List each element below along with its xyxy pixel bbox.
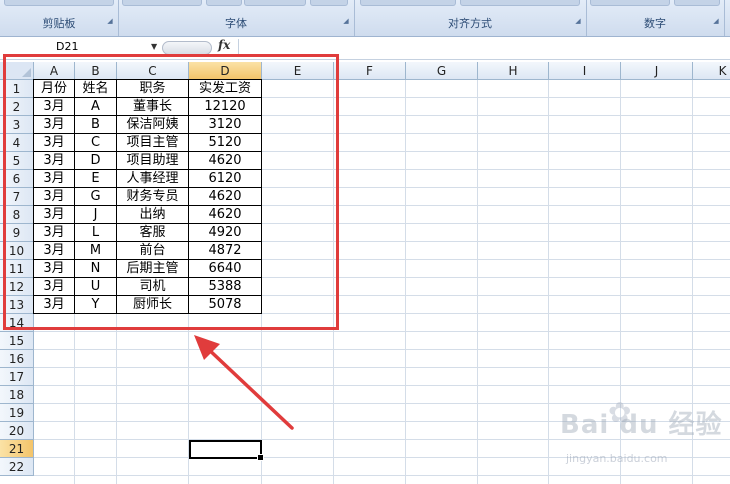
- ribbon-group-alignment: 对齐方式 ◢: [354, 0, 587, 36]
- row-header-17[interactable]: 17: [0, 368, 34, 386]
- ribbon-button-stub[interactable]: [4, 0, 114, 6]
- ribbon-group-clipboard: 剪贴板 ◢: [0, 0, 119, 36]
- insert-function-icon[interactable]: fx: [218, 38, 230, 52]
- chevron-down-icon[interactable]: ▼: [151, 39, 157, 55]
- ribbon-group-label: 对齐方式: [448, 17, 492, 30]
- dialog-launcher-icon[interactable]: ◢: [712, 17, 720, 25]
- name-box[interactable]: D21 ▼: [8, 39, 158, 55]
- name-box-value: D21: [56, 40, 79, 53]
- column-header-f[interactable]: F: [334, 62, 406, 80]
- row-header-16[interactable]: 16: [0, 350, 34, 368]
- watermark-logo: Bai du 经验: [560, 410, 723, 440]
- fill-handle[interactable]: [257, 454, 264, 461]
- row-header-22[interactable]: 22: [0, 458, 34, 476]
- row-header-20[interactable]: 20: [0, 422, 34, 440]
- column-header-i[interactable]: I: [549, 62, 621, 80]
- ribbon-group-font: 字体 ◢: [118, 0, 355, 36]
- gridline: [34, 331, 730, 332]
- column-header-h[interactable]: H: [478, 62, 549, 80]
- ribbon-button-stub[interactable]: [674, 0, 720, 6]
- dialog-launcher-icon[interactable]: ◢: [106, 17, 114, 25]
- ribbon-button-stub[interactable]: [206, 0, 242, 6]
- ribbon-group-label: 剪贴板: [42, 17, 76, 30]
- formula-resize-handle[interactable]: [162, 41, 212, 55]
- ribbon-button-stub[interactable]: [122, 0, 202, 6]
- ribbon-button-stub[interactable]: [460, 0, 580, 6]
- active-cell-cursor[interactable]: [189, 440, 264, 461]
- ribbon-button-stub[interactable]: [310, 0, 348, 6]
- ribbon-group-number: 数字 ◢: [586, 0, 725, 36]
- column-header-j[interactable]: J: [621, 62, 693, 80]
- gridline: [405, 80, 406, 484]
- ribbon: 剪贴板 ◢ 字体 ◢ 对齐方式 ◢ 数字 ◢: [0, 0, 730, 37]
- column-header-k[interactable]: K: [693, 62, 730, 80]
- formula-controls: fx: [160, 38, 235, 55]
- ribbon-button-stub[interactable]: [244, 0, 306, 6]
- watermark: ✿ Bai du 经验 jingyan.baidu.com: [560, 396, 728, 482]
- ribbon-group-label: 数字: [644, 17, 666, 30]
- row-header-18[interactable]: 18: [0, 386, 34, 404]
- dialog-launcher-icon[interactable]: ◢: [342, 17, 350, 25]
- ribbon-button-stub[interactable]: [590, 0, 670, 6]
- ribbon-group-label: 字体: [225, 17, 247, 30]
- gridline: [548, 80, 549, 484]
- row-header-15[interactable]: 15: [0, 332, 34, 350]
- formula-input[interactable]: [238, 39, 729, 55]
- gridline: [34, 385, 730, 386]
- gridline: [34, 367, 730, 368]
- annotation-highlight-box: [3, 54, 339, 330]
- watermark-url: jingyan.baidu.com: [566, 452, 668, 465]
- gridline: [34, 349, 730, 350]
- row-header-19[interactable]: 19: [0, 404, 34, 422]
- gridline: [477, 80, 478, 484]
- ribbon-button-stub[interactable]: [360, 0, 456, 6]
- row-header-21[interactable]: 21: [0, 440, 34, 458]
- column-header-g[interactable]: G: [406, 62, 478, 80]
- dialog-launcher-icon[interactable]: ◢: [574, 17, 582, 25]
